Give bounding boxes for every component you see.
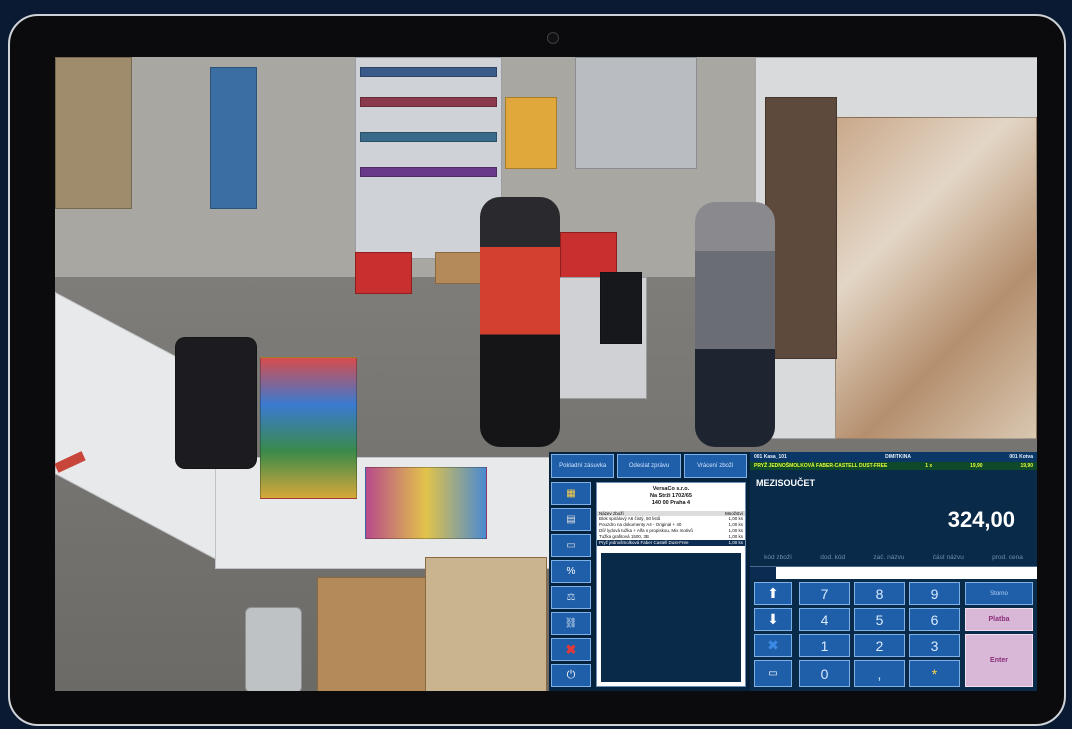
receipt-preview: VersaCo s.r.o. Na Strži 1702/65 140 00 P… xyxy=(596,482,746,687)
key-0[interactable]: 0 xyxy=(799,660,850,687)
power-button[interactable]: ⏻ xyxy=(551,664,591,687)
register-icon: ▤ xyxy=(566,514,576,525)
arrow-up-icon: ⬆ xyxy=(767,585,779,601)
display-stand xyxy=(210,67,257,209)
key-5[interactable]: 5 xyxy=(854,608,905,631)
shelf-row xyxy=(360,67,497,77)
shelf-left xyxy=(55,57,132,209)
screen: Pokladní zásuvka Odeslat zprávu Vrácení … xyxy=(55,57,1037,691)
pen-display xyxy=(175,337,257,469)
enter-button[interactable]: Enter xyxy=(965,634,1033,687)
key-2[interactable]: 2 xyxy=(854,634,905,657)
cash-icon: ▭ xyxy=(566,540,576,551)
key-3[interactable]: 3 xyxy=(909,634,960,657)
line-qty: 1,00 ks xyxy=(728,540,743,545)
power-icon: ⏻ xyxy=(566,669,576,681)
register-button[interactable]: ▤ xyxy=(551,508,591,531)
sale-panel: 001 Kasa_101 DIMITKINA 001 Kotva PRYŽ JE… xyxy=(750,452,1037,691)
return-goods-button[interactable]: Vrácení zboží xyxy=(683,454,747,478)
item-price: 19,90 xyxy=(1020,463,1033,469)
company-name: VersaCo s.r.o. xyxy=(652,486,690,492)
subtotal-value: 324,00 xyxy=(947,507,1015,532)
discount-button[interactable]: % xyxy=(551,560,591,583)
cashier-name: DIMITKINA xyxy=(885,454,912,460)
cancel-button[interactable]: ✖ xyxy=(754,634,792,657)
cash-button[interactable]: ▭ xyxy=(551,534,591,557)
key-7[interactable]: 7 xyxy=(799,582,850,605)
camera-icon xyxy=(547,32,559,44)
tab-product-code[interactable]: kód zboží xyxy=(764,554,792,566)
counter-goods xyxy=(365,467,487,539)
line-name: Pryž jednošmolková Faber Castell Dust-Fr… xyxy=(599,540,689,545)
key-comma[interactable]: , xyxy=(854,660,905,687)
current-item-row: PRYŽ JEDNOŠMOLKOVÁ FABER-CASTELL DUST-FR… xyxy=(750,462,1037,470)
customer-person xyxy=(695,202,775,447)
input-cursor xyxy=(750,567,776,579)
quantity-icon: ⚖ xyxy=(566,592,576,603)
key-multiply[interactable]: * xyxy=(909,660,960,687)
rolled-paper-box xyxy=(425,557,547,691)
key-8[interactable]: 8 xyxy=(854,582,905,605)
tab-sale-price[interactable]: prod. cena xyxy=(992,554,1023,566)
tab-supplier-code[interactable]: dod. kód xyxy=(820,554,845,566)
cashier-person xyxy=(480,197,560,447)
pen-rack xyxy=(260,357,357,499)
x-icon: ✖ xyxy=(767,637,779,653)
item-unit-price: 19,90 xyxy=(970,463,983,469)
yellow-box xyxy=(505,97,557,169)
register-monitor xyxy=(600,272,642,344)
key-1[interactable]: 1 xyxy=(799,634,850,657)
red-basket xyxy=(355,252,412,294)
extra-function-button[interactable]: Storno xyxy=(965,582,1033,605)
receipt-line-selected[interactable]: Pryž jednošmolková Faber Castell Dust-Fr… xyxy=(597,540,745,546)
card-reader-button[interactable]: ▭ xyxy=(754,660,792,687)
book-wall xyxy=(835,117,1037,439)
arrow-down-icon: ⬇ xyxy=(767,611,779,627)
key-4[interactable]: 4 xyxy=(799,608,850,631)
quantity-button[interactable]: ⚖ xyxy=(551,586,591,609)
pos-toolbar: Pokladní zásuvka Odeslat zprávu Vrácení … xyxy=(551,454,747,478)
link-button[interactable]: ⛓ xyxy=(551,612,591,635)
key-9[interactable]: 9 xyxy=(909,582,960,605)
code-input[interactable] xyxy=(750,566,1037,579)
key-6[interactable]: 6 xyxy=(909,608,960,631)
delete-icon: ✖ xyxy=(565,641,577,657)
arrow-down-button[interactable]: ⬇ xyxy=(754,608,792,631)
percent-icon: % xyxy=(566,566,576,577)
shelf-back xyxy=(575,57,697,169)
trash-bin xyxy=(245,607,302,691)
cardboard-box xyxy=(317,577,429,691)
receipt-empty-area xyxy=(601,553,741,682)
search-mode-tabs: kód zboží dod. kód zač. názvu část názvu… xyxy=(750,554,1037,566)
shelf-row xyxy=(360,97,497,107)
item-qty: 1 x xyxy=(925,463,933,469)
boxes-icon: ▦ xyxy=(566,488,576,499)
store-place: 001 Kotva xyxy=(1009,454,1033,460)
company-city: 140 00 Praha 4 xyxy=(651,500,691,506)
session-header: 001 Kasa_101 DIMITKINA 001 Kotva xyxy=(750,452,1037,462)
item-name: PRYŽ JEDNOŠMOLKOVÁ FABER-CASTELL DUST-FR… xyxy=(754,463,888,469)
keypad: ⬆ ⬇ ✖ ▭ 7 8 9 Storno 4 5 6 Platba 1 2 3 … xyxy=(750,582,1037,691)
link-icon: ⛓ xyxy=(564,618,578,629)
payment-button[interactable]: Platba xyxy=(965,608,1033,631)
company-street: Na Strži 1702/65 xyxy=(650,493,692,499)
cash-drawer-button[interactable]: Pokladní zásuvka xyxy=(551,454,615,478)
arrow-up-button[interactable]: ⬆ xyxy=(754,582,792,605)
tab-name-part[interactable]: část názvu xyxy=(933,554,964,566)
shelf-row xyxy=(360,167,497,177)
tab-name-start[interactable]: zač. názvu xyxy=(873,554,904,566)
card-icon: ▭ xyxy=(768,668,778,679)
register-id: 001 Kasa_101 xyxy=(754,454,787,460)
delete-button[interactable]: ✖ xyxy=(551,638,591,661)
subtotal-label: MEZISOUČET xyxy=(756,478,816,488)
send-message-button[interactable]: Odeslat zprávu xyxy=(617,454,681,478)
receipt-header: VersaCo s.r.o. Na Strži 1702/65 140 00 P… xyxy=(597,486,745,507)
products-button[interactable]: ▦ xyxy=(551,482,591,505)
shelf-row xyxy=(360,132,497,142)
shelf-dark xyxy=(765,97,837,359)
pos-panel: Pokladní zásuvka Odeslat zprávu Vrácení … xyxy=(549,452,1037,691)
side-toolbar: ▦ ▤ ▭ % ⚖ ⛓ ✖ ⏻ xyxy=(551,482,591,687)
